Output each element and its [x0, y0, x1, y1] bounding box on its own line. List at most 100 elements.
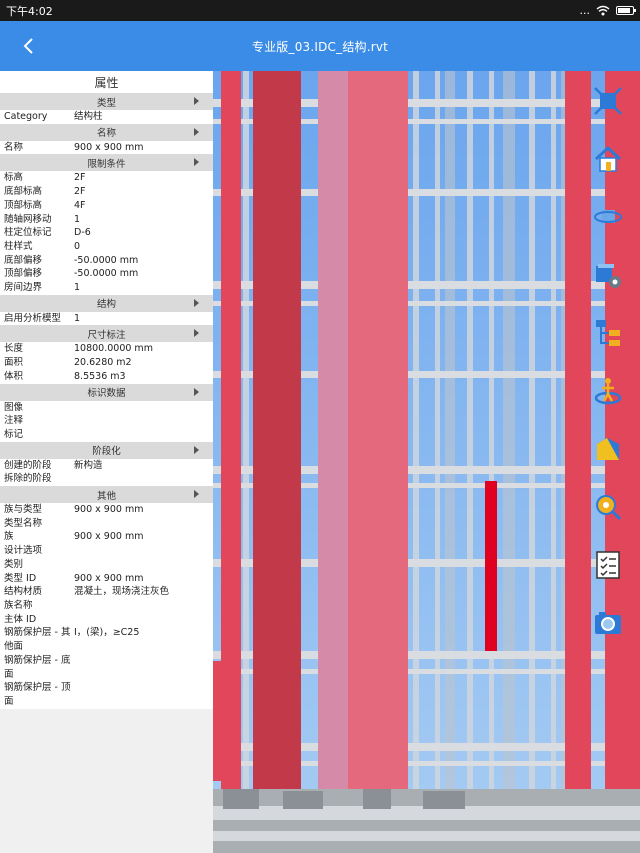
property-value: 0 — [74, 240, 81, 252]
view-settings-button[interactable] — [593, 260, 623, 290]
property-key: 柱定位标记 — [4, 227, 52, 239]
property-value: 混凝土，现场浇注灰色 — [74, 586, 170, 598]
property-value — [74, 414, 213, 428]
category-header[interactable]: 阶段化 — [0, 441, 213, 459]
category-header[interactable]: 结构 — [0, 294, 213, 312]
property-row: 类型名称 — [0, 516, 213, 531]
property-key: 柱样式 — [4, 240, 33, 252]
property-row: 图像 — [0, 400, 213, 415]
property-value — [74, 544, 213, 558]
property-value — [74, 681, 213, 708]
property-row: 类型 ID 900 x 900 mm — [0, 571, 213, 586]
checklist-icon — [596, 551, 620, 579]
model-tree-button[interactable] — [593, 318, 623, 348]
property-row: 底部偏移 -50.0000 mm — [0, 253, 213, 268]
property-row: 房间边界 1 — [0, 281, 213, 295]
property-row: 钢筋保护层 - 底面 — [0, 653, 213, 682]
category-label: 阶段化 — [92, 446, 121, 458]
property-key: 钢筋保护层 - 其他面 — [4, 627, 71, 653]
property-value: 4F — [74, 199, 86, 211]
expand-arrow-icon — [194, 445, 199, 454]
property-key: 图像 — [4, 401, 24, 413]
property-row: 结构材质 混凝土，现场浇注灰色 — [0, 585, 213, 599]
property-key: 标记 — [4, 428, 24, 440]
category-header[interactable]: 尺寸标注 — [0, 325, 213, 343]
property-key: 族与类型 — [4, 504, 43, 516]
category-label: 类型 — [96, 97, 116, 109]
property-value: 900 x 900 mm — [74, 504, 144, 516]
app-bar: 专业版_03.IDC_结构.rvt — [0, 21, 640, 71]
walk-mode-button[interactable] — [593, 376, 623, 406]
property-value: 2F — [74, 186, 86, 198]
property-value: 900 x 900 mm — [74, 141, 144, 153]
category-label: 尺寸标注 — [87, 329, 126, 341]
section-box-icon — [597, 438, 619, 460]
property-key: 体积 — [4, 370, 24, 382]
property-key: 底部偏移 — [4, 254, 43, 266]
screenshot-button[interactable] — [593, 608, 623, 638]
orbit-button[interactable] — [593, 202, 623, 232]
property-row: 类别 — [0, 557, 213, 572]
property-row: 顶部标高 4F — [0, 198, 213, 213]
property-row: 名称 900 x 900 mm — [0, 140, 213, 155]
expand-arrow-icon — [194, 97, 199, 105]
checklist-button[interactable] — [593, 550, 623, 580]
property-row: 钢筋保护层 - 顶面 — [0, 681, 213, 709]
property-key: 族名称 — [4, 599, 33, 611]
property-value: 10800.0000 mm — [74, 343, 153, 355]
model-tree-icon — [596, 320, 620, 346]
measure-button[interactable] — [593, 492, 623, 522]
home-button[interactable] — [593, 144, 623, 174]
expand-arrow-icon — [194, 298, 199, 307]
property-key: 钢筋保护层 - 顶面 — [4, 682, 71, 707]
property-row: 注释 — [0, 414, 213, 428]
property-value — [74, 472, 213, 486]
category-label: 名称 — [96, 128, 116, 140]
status-bar: 下午4:02 ... — [0, 0, 640, 21]
property-value: 8.5536 m3 — [74, 370, 126, 382]
property-row: 族名称 — [0, 598, 213, 613]
category-header[interactable]: 其他 — [0, 486, 213, 504]
category-header[interactable]: 名称 — [0, 123, 213, 141]
properties-panel: 属性 类型 Category 结构柱 名称 名称 900 x 900 mm 限制条件 标高 2F… — [0, 71, 213, 853]
category-header[interactable]: 标识数据 — [0, 383, 213, 401]
fit-view-button[interactable] — [593, 86, 623, 116]
property-row: 面积 20.6280 m2 — [0, 356, 213, 370]
section-box-button[interactable] — [593, 434, 623, 464]
category-label: 标识数据 — [87, 388, 126, 400]
property-row: 底部标高 2F — [0, 185, 213, 199]
property-key: 结构材质 — [4, 586, 43, 598]
property-row: 柱定位标记 D-6 — [0, 226, 213, 240]
property-value — [74, 428, 213, 442]
property-value: 1 — [74, 312, 81, 324]
property-row: 创建的阶段 新构造 — [0, 458, 213, 473]
category-label: 其他 — [96, 490, 116, 502]
property-key: 注释 — [4, 415, 24, 427]
back-button[interactable] — [14, 21, 42, 71]
expand-arrow-icon — [194, 158, 199, 167]
home-icon — [594, 145, 622, 172]
property-value: 1 — [74, 282, 81, 294]
view-settings-icon — [596, 264, 621, 288]
property-row: 钢筋保护层 - 其他面 I，(梁)，≥C25 — [0, 626, 213, 654]
property-key: 顶部偏移 — [4, 268, 43, 280]
property-row: Category 结构柱 — [0, 110, 213, 124]
property-value — [74, 401, 213, 415]
property-row: 体积 8.5536 m3 — [0, 369, 213, 384]
property-row: 族与类型 900 x 900 mm — [0, 503, 213, 517]
tool-strip — [574, 71, 640, 671]
property-key: 底部标高 — [4, 186, 43, 198]
more-dots: ... — [579, 4, 591, 17]
property-key: 族 — [4, 531, 14, 543]
category-header[interactable]: 类型 — [0, 93, 213, 110]
property-key: 长度 — [4, 343, 24, 355]
property-value: 20.6280 m2 — [74, 357, 132, 369]
wifi-icon — [596, 5, 610, 16]
property-key: 名称 — [4, 141, 24, 153]
property-key: 面积 — [4, 357, 24, 369]
fit-view-icon — [594, 87, 622, 115]
property-value: 新构造 — [74, 459, 103, 471]
property-key: 创建的阶段 — [4, 459, 52, 471]
back-arrow-icon — [23, 38, 33, 54]
category-header[interactable]: 限制条件 — [0, 154, 213, 172]
